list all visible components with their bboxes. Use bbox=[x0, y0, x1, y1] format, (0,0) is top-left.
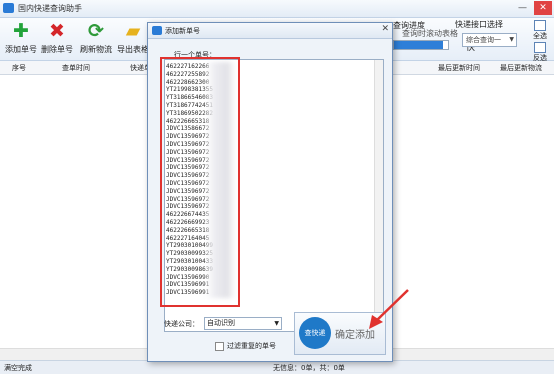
chevron-down-icon: ▼ bbox=[274, 320, 279, 327]
status-text: 满空完成 bbox=[4, 364, 32, 372]
checkbox-icon bbox=[534, 20, 546, 31]
dialog-close-button[interactable]: ✕ bbox=[381, 24, 389, 34]
refresh-icon: ⟳ bbox=[88, 20, 104, 42]
filter-duplicates-checkbox[interactable]: 过滤重复的单号 bbox=[215, 341, 276, 351]
invert-select-button[interactable]: 反选 bbox=[527, 42, 553, 63]
window-title: 国内快递查询助手 bbox=[18, 4, 82, 13]
col-query-time[interactable]: 查单时间 bbox=[62, 63, 90, 73]
confirm-add-button[interactable]: 查快递 确定添加 bbox=[294, 312, 386, 355]
col-latest-logistics[interactable]: 最后更新物流 bbox=[500, 63, 542, 73]
refresh-logistics-button[interactable]: ⟳ 刷新物流 bbox=[79, 21, 113, 55]
magnifier-logo-icon: 查快递 bbox=[299, 317, 331, 349]
interface-label: 快递接口选择 bbox=[455, 20, 503, 29]
checkbox-icon bbox=[534, 42, 546, 53]
export-table-button[interactable]: ▰ 导出表格 bbox=[116, 21, 150, 55]
delete-number-button[interactable]: ✖ 删除单号 bbox=[40, 21, 74, 55]
add-number-dialog: 添加新单号 ✕ 行一个单号： 462227162266 462227255892 4… bbox=[147, 22, 393, 362]
col-latest-time[interactable]: 最后更新时间 bbox=[438, 63, 480, 73]
auto-scroll-label[interactable]: 查询时滚动表格 bbox=[402, 28, 458, 39]
vertical-scrollbar[interactable] bbox=[374, 60, 383, 331]
status-bar: 满空完成 无信息：0单，共：0单 bbox=[0, 360, 554, 374]
minimize-button[interactable]: — bbox=[513, 1, 531, 15]
select-all-button[interactable]: 全选 bbox=[527, 20, 553, 41]
delete-x-icon: ✖ bbox=[49, 20, 65, 42]
company-label: 快递公司： bbox=[164, 320, 199, 328]
window-controls: — ✕ bbox=[513, 1, 552, 15]
plus-icon: ✚ bbox=[13, 20, 29, 42]
query-progress-bar bbox=[393, 40, 449, 50]
col-index[interactable]: 序号 bbox=[12, 63, 26, 73]
status-counts: 无信息：0单，共：0单 bbox=[273, 364, 345, 372]
highlight-box bbox=[160, 57, 240, 307]
company-select[interactable]: 自动识别 ▼ bbox=[204, 317, 282, 330]
app-icon bbox=[3, 3, 14, 13]
progress-fill bbox=[394, 41, 443, 49]
close-button[interactable]: ✕ bbox=[534, 1, 552, 15]
title-bar: 国内快递查询助手 — ✕ bbox=[0, 0, 554, 18]
checkbox-icon bbox=[215, 341, 224, 351]
folder-icon: ▰ bbox=[125, 20, 141, 42]
confirm-add-label: 确定添加 bbox=[335, 330, 375, 341]
add-number-button[interactable]: ✚ 添加单号 bbox=[4, 21, 38, 55]
chevron-down-icon: ▼ bbox=[509, 36, 514, 43]
dialog-app-icon bbox=[152, 26, 162, 35]
dialog-title-bar: 添加新单号 ✕ bbox=[148, 23, 392, 39]
interface-select[interactable]: 综合查询一 ▼ bbox=[462, 33, 517, 47]
dialog-title: 添加新单号 bbox=[165, 27, 200, 35]
